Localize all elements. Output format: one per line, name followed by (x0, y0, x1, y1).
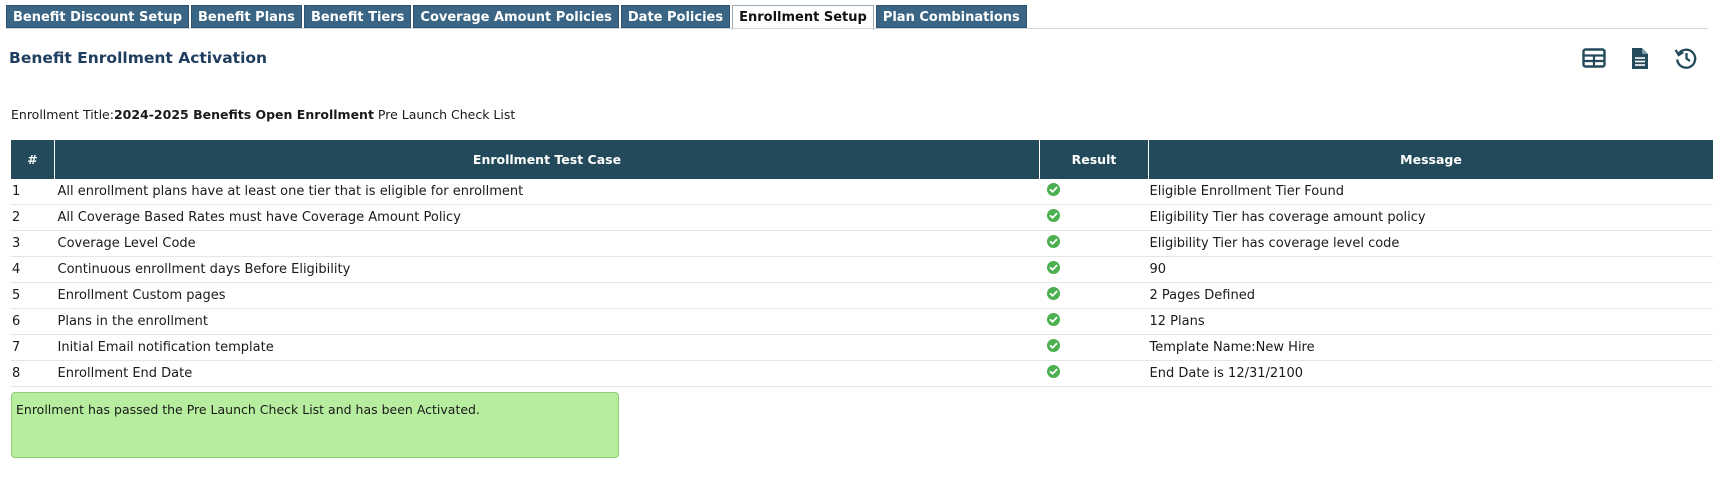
row-result (1039, 256, 1149, 283)
tab-coverage-amount-policies[interactable]: Coverage Amount Policies (413, 5, 619, 28)
enrollment-title-label: Enrollment Title: (11, 107, 114, 122)
row-message: 90 (1148, 256, 1713, 283)
table-row: 6 Plans in the enrollment 12 Plans (11, 308, 1713, 335)
history-icon[interactable] (1672, 44, 1700, 72)
row-test-case: Enrollment Custom pages (54, 282, 1040, 309)
row-test-case: Continuous enrollment days Before Eligib… (54, 256, 1040, 283)
column-header-result[interactable]: Result (1039, 140, 1149, 179)
row-result (1039, 334, 1149, 361)
table-row: 5 Enrollment Custom pages 2 Pages Defined (11, 282, 1713, 309)
table-row: 2 All Coverage Based Rates must have Cove… (11, 204, 1713, 231)
row-number: 6 (11, 308, 55, 335)
table-row: 8 Enrollment End Date End Date is 12/31/21… (11, 360, 1713, 387)
enrollment-title-value: 2024-2025 Benefits Open Enrollment (113, 107, 374, 122)
row-test-case: Plans in the enrollment (54, 308, 1040, 335)
tab-bar: Benefit Discount Setup Benefit Plans Ben… (6, 5, 1027, 30)
check-circle-icon (1046, 313, 1060, 330)
row-number: 1 (11, 179, 55, 205)
enrollment-title-suffix: Pre Launch Check List (373, 107, 516, 122)
row-test-case: Initial Email notification template (54, 334, 1040, 361)
row-result (1039, 308, 1149, 335)
check-circle-icon (1046, 365, 1060, 382)
row-test-case: All Coverage Based Rates must have Cover… (54, 204, 1040, 231)
tab-divider (6, 28, 1708, 29)
row-number: 2 (11, 204, 55, 231)
row-message: End Date is 12/31/2100 (1148, 360, 1713, 387)
row-message: Template Name:New Hire (1148, 334, 1713, 361)
tab-plan-combinations[interactable]: Plan Combinations (875, 5, 1027, 28)
tab-benefit-plans[interactable]: Benefit Plans (191, 5, 302, 28)
check-circle-icon (1046, 339, 1060, 356)
row-number: 5 (11, 282, 55, 309)
table-row: 7 Initial Email notification template Temp… (11, 334, 1713, 361)
row-message: Eligibility Tier has coverage level code (1148, 230, 1713, 257)
success-message-box: Enrollment has passed the Pre Launch Che… (11, 392, 619, 458)
checklist-table: # Enrollment Test Case Result Message 1A… (11, 140, 1713, 387)
check-circle-icon (1046, 261, 1060, 278)
tab-benefit-discount-setup[interactable]: Benefit Discount Setup (6, 5, 189, 28)
table-row: 4 Continuous enrollment days Before Eligi… (11, 256, 1713, 283)
check-circle-icon (1046, 209, 1060, 226)
check-circle-icon (1046, 235, 1060, 252)
check-circle-icon (1046, 183, 1060, 200)
column-header-test-case[interactable]: Enrollment Test Case (54, 140, 1040, 179)
row-number: 4 (11, 256, 55, 283)
row-message: Eligibility Tier has coverage amount pol… (1148, 204, 1713, 231)
table-row: 1 All enrollment plans have at least one … (11, 179, 1713, 205)
page-title: Benefit Enrollment Activation (9, 49, 268, 67)
row-number: 7 (11, 334, 55, 361)
row-number: 8 (11, 360, 55, 387)
row-result (1039, 179, 1149, 205)
row-result (1039, 204, 1149, 231)
column-header-number[interactable]: # (11, 140, 55, 179)
row-test-case: Enrollment End Date (54, 360, 1040, 387)
table-row: 3 Coverage Level Code Eligibility Tier has… (11, 230, 1713, 257)
tab-enrollment-setup[interactable]: Enrollment Setup (732, 5, 874, 30)
tab-benefit-tiers[interactable]: Benefit Tiers (303, 5, 412, 28)
toolbar-icons (1580, 44, 1700, 72)
check-circle-icon (1046, 287, 1060, 304)
grid-view-icon[interactable] (1580, 44, 1608, 72)
row-message: Eligible Enrollment Tier Found (1148, 179, 1713, 205)
document-icon[interactable] (1626, 44, 1654, 72)
row-message: 2 Pages Defined (1148, 282, 1713, 309)
tab-date-policies[interactable]: Date Policies (620, 5, 731, 28)
table-header-row: # Enrollment Test Case Result Message (11, 140, 1713, 179)
row-test-case: Coverage Level Code (54, 230, 1040, 257)
column-header-message[interactable]: Message (1148, 140, 1713, 179)
row-message: 12 Plans (1148, 308, 1713, 335)
row-result (1039, 282, 1149, 309)
row-result (1039, 360, 1149, 387)
row-result (1039, 230, 1149, 257)
row-number: 3 (11, 230, 55, 257)
enrollment-title: Enrollment Title:2024-2025 Benefits Open… (11, 107, 515, 122)
row-test-case: All enrollment plans have at least one t… (54, 179, 1040, 205)
